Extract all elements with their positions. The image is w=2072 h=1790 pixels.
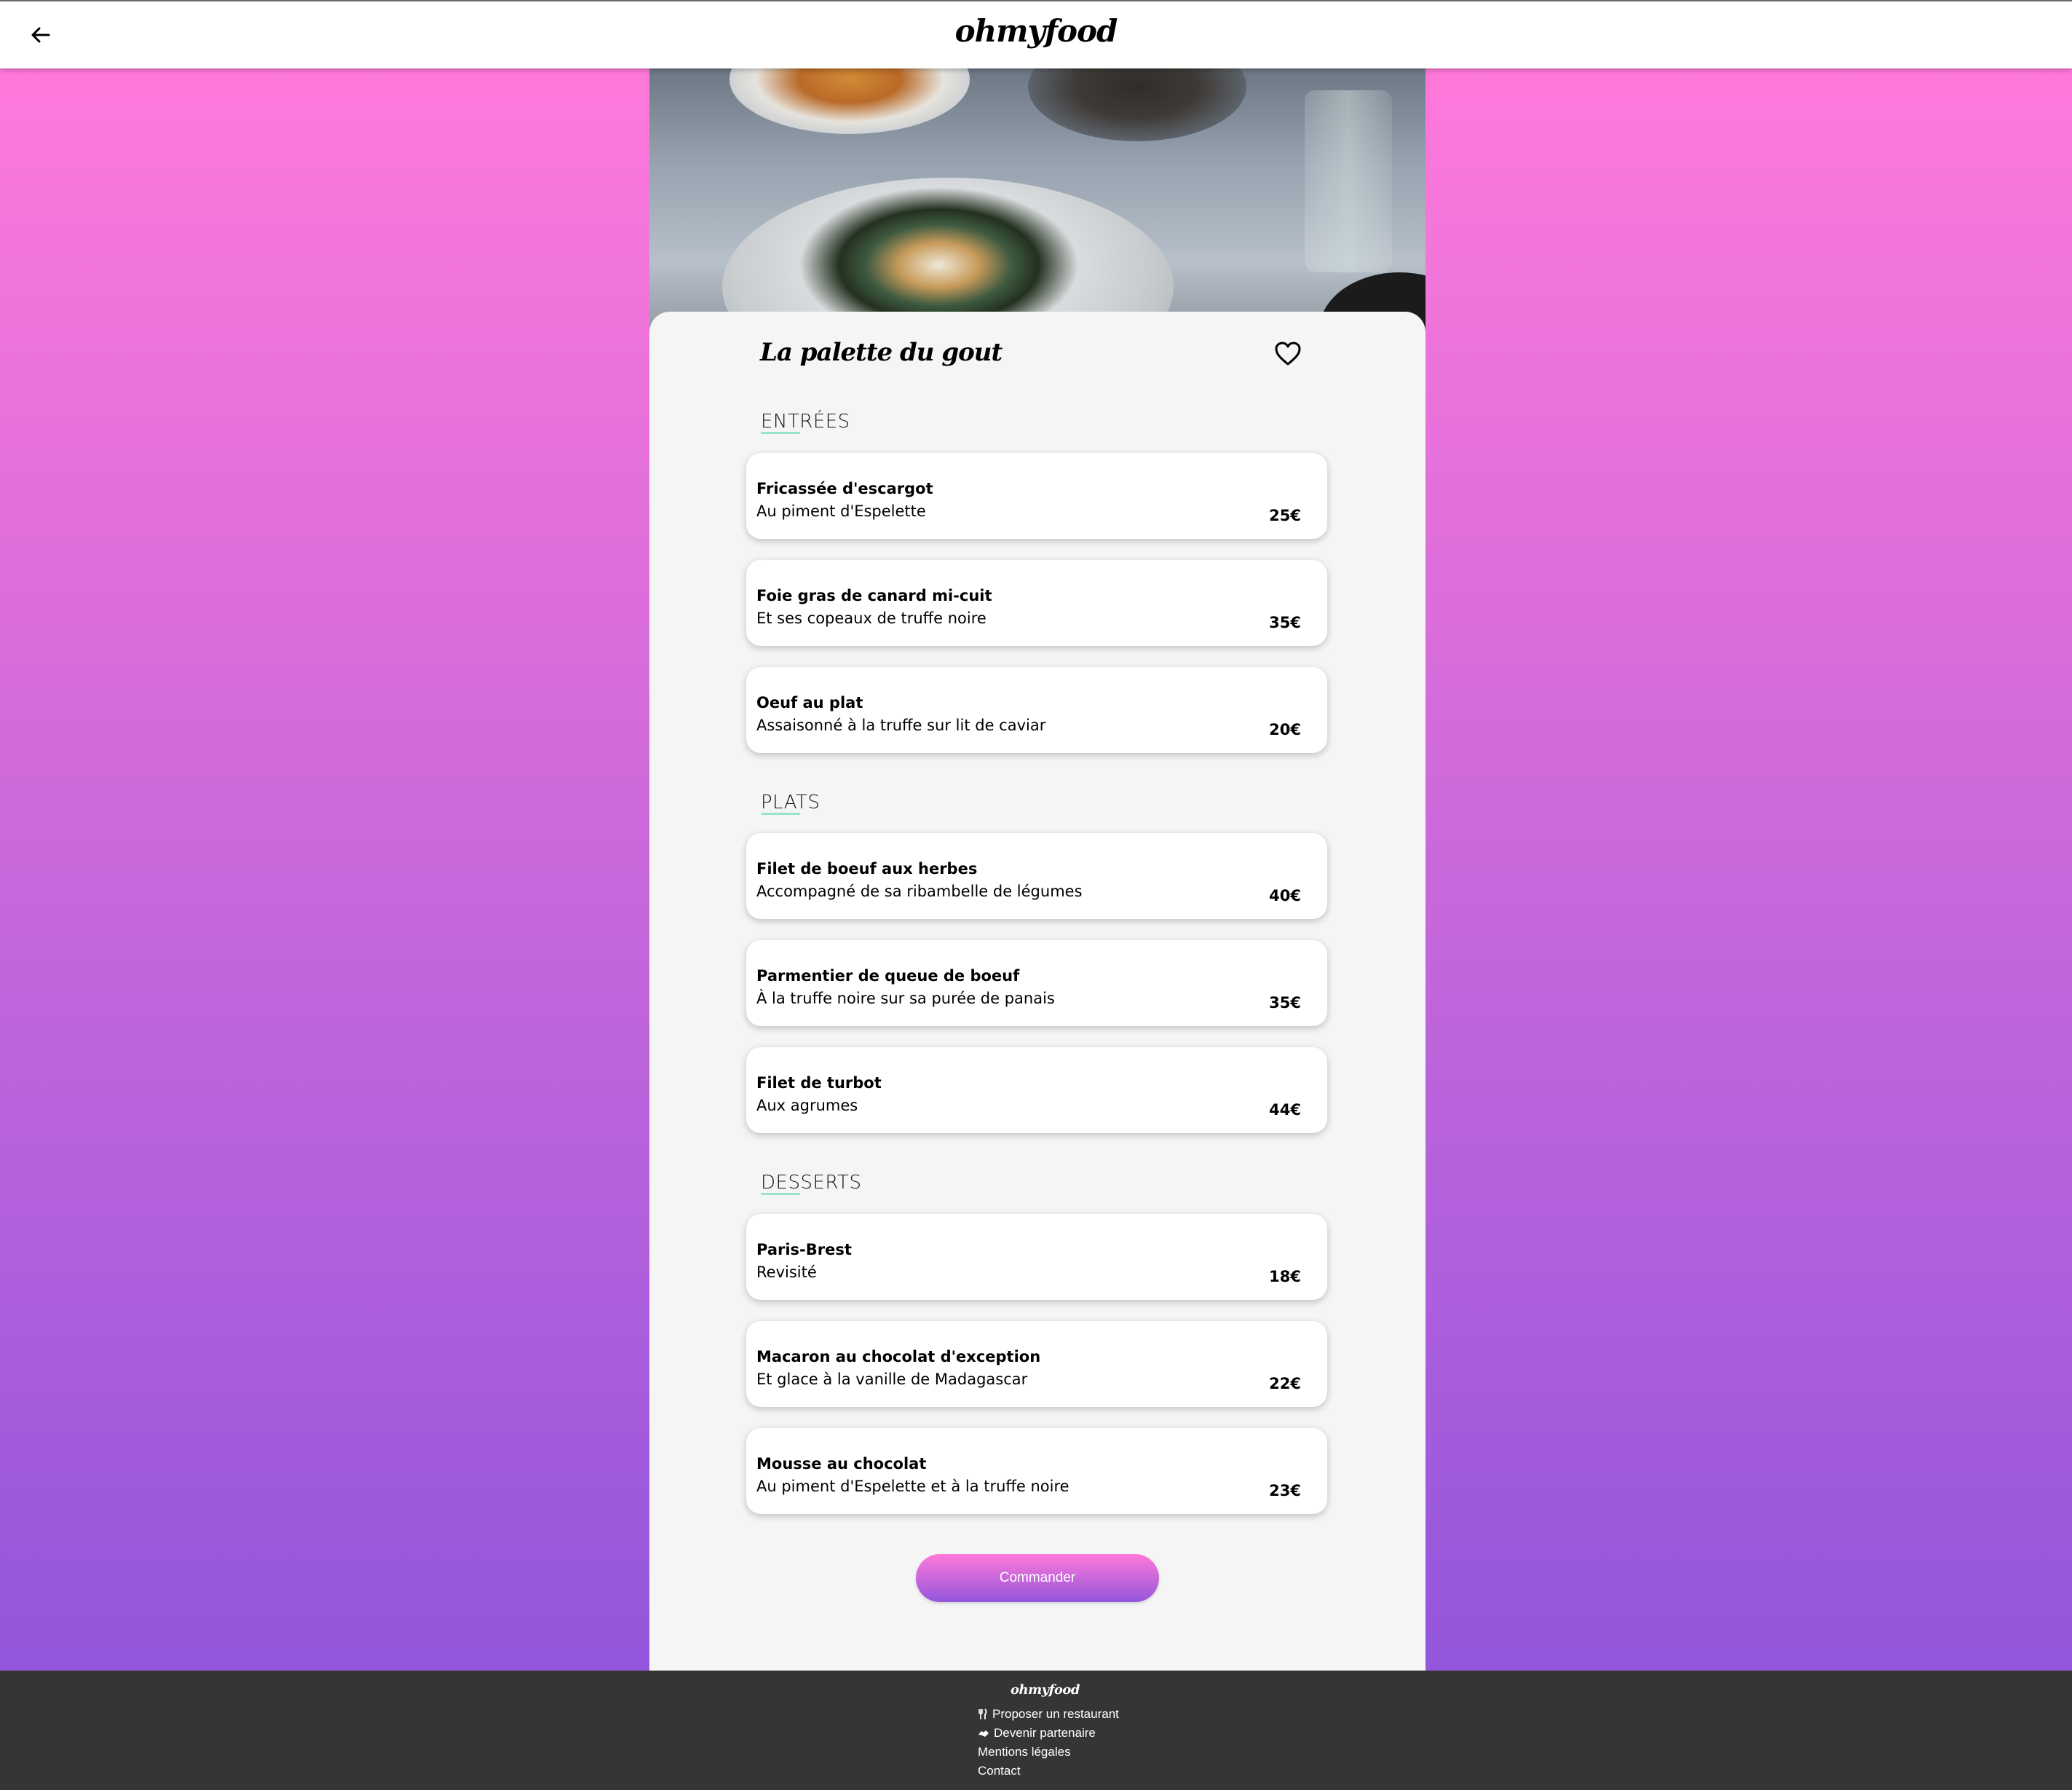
dish-name: Macaron au chocolat d'exception bbox=[756, 1348, 1041, 1365]
dish-card[interactable]: Macaron au chocolat d'exception Et glace… bbox=[746, 1321, 1327, 1407]
footer-link-contact[interactable]: Contact bbox=[978, 1764, 1021, 1778]
section-title-entrees: ENTRÉES bbox=[761, 411, 850, 433]
dish-price: 22€ bbox=[1269, 1375, 1301, 1392]
footer-link-label: Proposer un restaurant bbox=[992, 1707, 1119, 1721]
footer-link-propose-restaurant[interactable]: Proposer un restaurant bbox=[978, 1707, 1119, 1722]
dish-price: 35€ bbox=[1269, 994, 1301, 1012]
dish-name: Fricassée d'escargot bbox=[756, 480, 933, 497]
dish-name: Parmentier de queue de boeuf bbox=[756, 967, 1020, 985]
dish-description: Revisité bbox=[756, 1263, 817, 1281]
site-header: ohmyfood bbox=[0, 1, 2072, 68]
dish-card[interactable]: Filet de turbot Aux agrumes 44€ bbox=[746, 1047, 1327, 1133]
dish-price: 40€ bbox=[1269, 887, 1301, 904]
dish-description: Accompagné de sa ribambelle de légumes bbox=[756, 883, 1083, 900]
dish-description: Au piment d'Espelette et à la truffe noi… bbox=[756, 1478, 1069, 1495]
dish-card[interactable]: Parmentier de queue de boeuf À la truffe… bbox=[746, 940, 1327, 1026]
utensils-icon bbox=[978, 1708, 987, 1719]
dish-name: Filet de boeuf aux herbes bbox=[756, 860, 978, 878]
footer-link-label: Contact bbox=[978, 1764, 1021, 1778]
dish-name: Oeuf au plat bbox=[756, 694, 863, 711]
dish-name: Paris-Brest bbox=[756, 1241, 852, 1258]
footer-link-become-partner[interactable]: Devenir partenaire bbox=[978, 1726, 1096, 1740]
footer-link-label: Devenir partenaire bbox=[994, 1726, 1096, 1740]
restaurant-name: La palette du gout bbox=[760, 338, 1003, 367]
dish-card[interactable]: Foie gras de canard mi-cuit Et ses copea… bbox=[746, 560, 1327, 646]
dish-card[interactable]: Fricassée d'escargot Au piment d'Espelet… bbox=[746, 453, 1327, 539]
dish-price: 44€ bbox=[1269, 1101, 1301, 1119]
site-footer: ohmyfood Proposer un restaurant Devenir … bbox=[0, 1671, 2072, 1790]
heart-icon bbox=[1275, 342, 1301, 366]
dish-description: Au piment d'Espelette bbox=[756, 502, 926, 520]
restaurant-hero-image bbox=[649, 68, 1426, 345]
dish-description: À la truffe noire sur sa purée de panais bbox=[756, 990, 1055, 1007]
site-logo[interactable]: ohmyfood bbox=[0, 13, 2072, 49]
dish-description: Et glace à la vanille de Madagascar bbox=[756, 1371, 1028, 1388]
section-title-desserts: DESSERTS bbox=[761, 1172, 862, 1194]
footer-logo[interactable]: ohmyfood bbox=[1011, 1682, 1080, 1698]
dish-price: 23€ bbox=[1269, 1482, 1301, 1499]
footer-link-label: Mentions légales bbox=[978, 1745, 1071, 1759]
order-button[interactable]: Commander bbox=[916, 1554, 1159, 1602]
dish-price: 18€ bbox=[1269, 1268, 1301, 1285]
section-underline bbox=[761, 1193, 800, 1195]
dish-price: 35€ bbox=[1269, 614, 1301, 631]
section-underline bbox=[761, 813, 800, 815]
dish-price: 20€ bbox=[1269, 721, 1301, 738]
dish-description: Aux agrumes bbox=[756, 1097, 858, 1114]
favorite-button[interactable] bbox=[1274, 341, 1302, 367]
menu-card: La palette du gout ENTRÉES Fricassée d'e… bbox=[649, 312, 1426, 1671]
dish-card[interactable]: Oeuf au plat Assaisonné à la truffe sur … bbox=[746, 667, 1327, 753]
footer-link-legal[interactable]: Mentions légales bbox=[978, 1745, 1071, 1759]
dish-name: Filet de turbot bbox=[756, 1074, 882, 1092]
handshake-icon bbox=[978, 1730, 989, 1737]
dish-name: Foie gras de canard mi-cuit bbox=[756, 587, 992, 604]
dish-card[interactable]: Mousse au chocolat Au piment d'Espelette… bbox=[746, 1428, 1327, 1514]
dish-card[interactable]: Paris-Brest Revisité 18€ bbox=[746, 1214, 1327, 1300]
dish-price: 25€ bbox=[1269, 507, 1301, 524]
section-title-plats: PLATS bbox=[761, 792, 821, 813]
dish-name: Mousse au chocolat bbox=[756, 1455, 927, 1472]
section-underline bbox=[761, 432, 800, 434]
dish-description: Et ses copeaux de truffe noire bbox=[756, 610, 986, 627]
dish-card[interactable]: Filet de boeuf aux herbes Accompagné de … bbox=[746, 833, 1327, 919]
dish-description: Assaisonné à la truffe sur lit de caviar bbox=[756, 717, 1046, 734]
